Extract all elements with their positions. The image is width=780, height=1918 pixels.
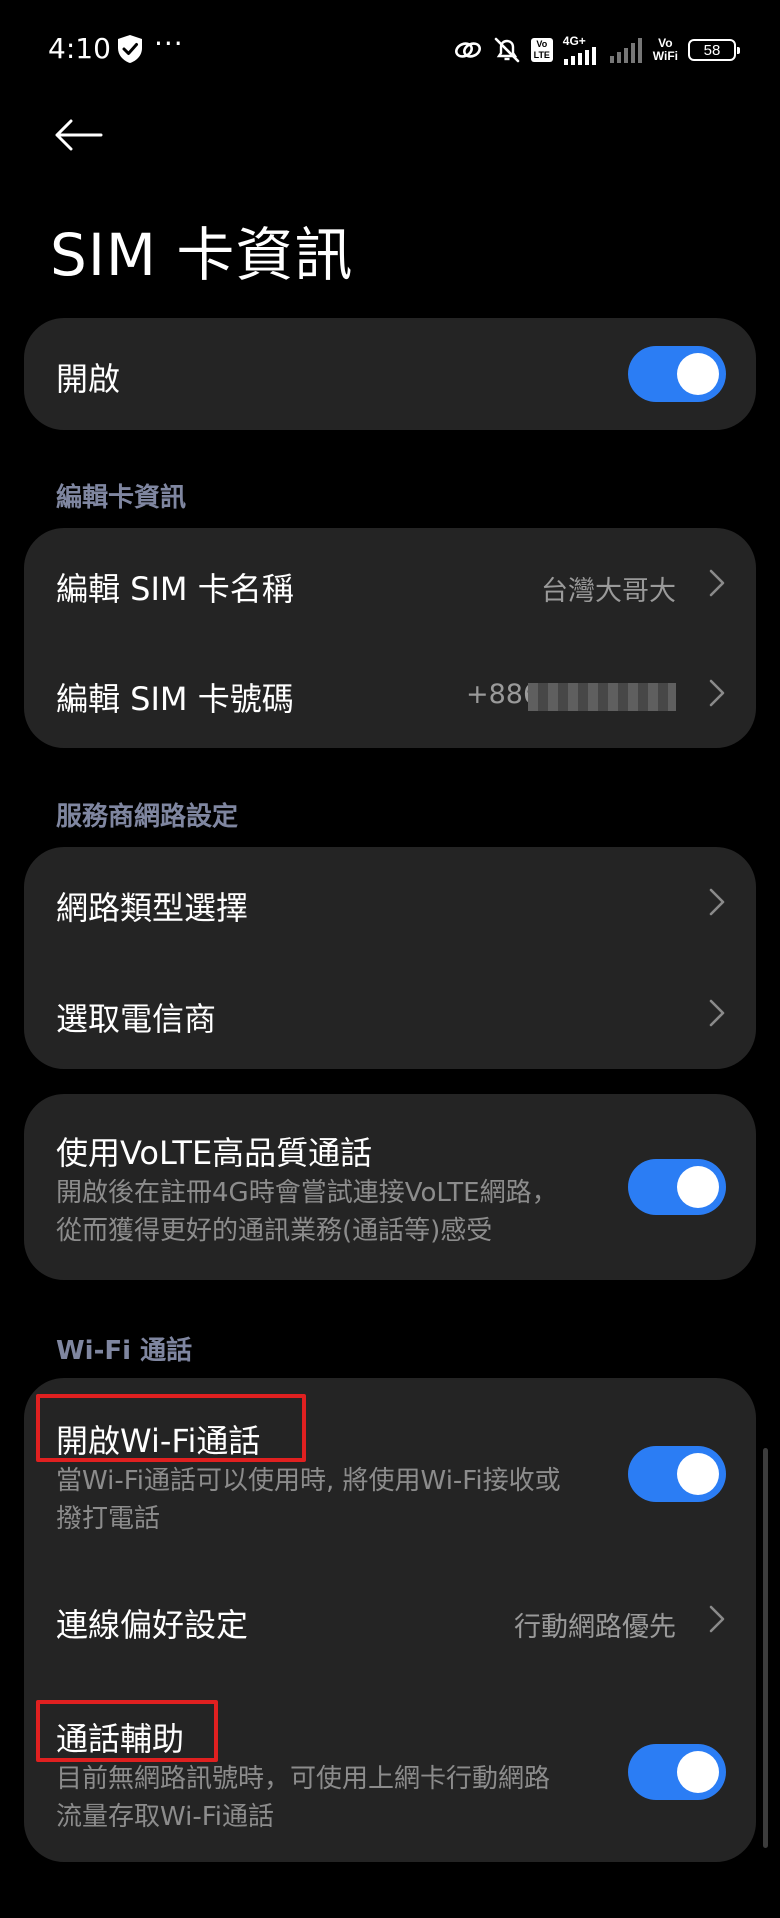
battery-icon: 58 — [688, 39, 740, 61]
sim-info-screen: 4:10 ··· Vo LTE 4G+ Vo WiFi 58 SIM 卡資訊 開… — [0, 0, 780, 1918]
edit-sim-name-row[interactable]: 編輯 SIM 卡名稱 台灣大哥大 — [24, 528, 756, 638]
vowifi-icon: Vo WiFi — [652, 36, 678, 63]
more-notifications-icon: ··· — [154, 27, 184, 60]
sim-name-value: 台灣大哥大 — [541, 576, 676, 607]
back-button[interactable] — [48, 110, 108, 160]
edit-sim-number-title: 編輯 SIM 卡號碼 — [56, 680, 294, 718]
section-label-carrier: 服務商網路設定 — [56, 802, 239, 832]
edit-card: 編輯 SIM 卡名稱 台灣大哥大 編輯 SIM 卡號碼 +886 — [24, 528, 756, 748]
call-assist-subtitle-line2: 流量存取Wi-Fi通話 — [56, 1802, 275, 1832]
arrow-left-icon — [55, 119, 103, 151]
toggle-knob — [677, 1453, 719, 1495]
page-title: SIM 卡資訊 — [50, 221, 354, 289]
select-operator-row[interactable]: 選取電信商 — [24, 958, 756, 1069]
section-label-edit: 編輯卡資訊 — [56, 483, 187, 513]
chevron-right-icon — [709, 679, 725, 707]
call-assist-subtitle-line1: 目前無網路訊號時，可使用上網卡行動網路 — [56, 1764, 551, 1794]
volte-card: 使用VoLTE高品質通話 開啟後在註冊4G時會嘗試連接VoLTE網路， 從而獲得… — [24, 1094, 756, 1280]
section-label-wifi: Wi-Fi 通話 — [56, 1336, 193, 1366]
wifi-calling-toggle[interactable] — [628, 1446, 726, 1502]
status-icons: Vo LTE 4G+ Vo WiFi 58 — [453, 34, 740, 66]
call-assist-toggle[interactable] — [628, 1744, 726, 1800]
chevron-right-icon — [709, 569, 725, 597]
highlight-box-call-assist — [36, 1700, 218, 1762]
toggle-knob — [677, 1166, 719, 1208]
volte-subtitle-line1: 開啟後在註冊4G時會嘗試連接VoLTE網路， — [56, 1178, 558, 1208]
shield-check-icon — [118, 35, 142, 63]
enable-toggle[interactable] — [628, 346, 726, 402]
volte-toggle[interactable] — [628, 1159, 726, 1215]
edit-sim-number-row[interactable]: 編輯 SIM 卡號碼 +886 — [24, 638, 756, 748]
enable-card: 開啟 — [24, 318, 756, 430]
chevron-right-icon — [709, 888, 725, 916]
chevron-right-icon — [709, 999, 725, 1027]
link-icon — [454, 42, 481, 58]
wifi-calling-subtitle-line1: 當Wi-Fi通話可以使用時, 將使用Wi-Fi接收或 — [56, 1466, 561, 1496]
wifi-calling-subtitle-line2: 撥打電話 — [56, 1504, 161, 1534]
toggle-knob — [677, 1751, 719, 1793]
select-operator-title: 選取電信商 — [56, 1000, 217, 1038]
status-bar: 4:10 ··· Vo LTE 4G+ Vo WiFi 58 — [0, 0, 780, 100]
chevron-right-icon — [709, 1605, 725, 1633]
network-type-title: 網路類型選擇 — [56, 889, 249, 927]
volte-title: 使用VoLTE高品質通話 — [56, 1134, 373, 1172]
connection-preference-row[interactable]: 連線偏好設定 行動網路優先 — [24, 1564, 756, 1674]
mute-bell-icon — [494, 37, 520, 63]
status-time: 4:10 — [48, 32, 111, 65]
cell-signal-2-icon — [609, 38, 642, 63]
battery-level: 58 — [703, 41, 721, 59]
volte-subtitle-line2: 從而獲得更好的通訊業務(通話等)感受 — [56, 1216, 493, 1246]
enable-label: 開啟 — [56, 360, 121, 398]
edit-sim-name-title: 編輯 SIM 卡名稱 — [56, 570, 294, 608]
highlight-box-wifi-calling — [36, 1394, 306, 1462]
network-type-row[interactable]: 網路類型選擇 — [24, 847, 756, 958]
connection-preference-title: 連線偏好設定 — [56, 1606, 249, 1644]
enable-row[interactable]: 開啟 — [24, 318, 756, 430]
cell-signal-group: 4G+ — [563, 35, 599, 65]
connection-preference-value: 行動網路優先 — [514, 1612, 676, 1643]
cell-signal-icon — [563, 47, 596, 65]
volte-row[interactable]: 使用VoLTE高品質通話 開啟後在註冊4G時會嘗試連接VoLTE網路， 從而獲得… — [24, 1094, 756, 1280]
scrollbar[interactable] — [763, 1448, 768, 1848]
toggle-knob — [677, 353, 719, 395]
network-type-label: 4G+ — [562, 34, 586, 48]
volte-badge-icon: Vo LTE — [530, 38, 553, 62]
masked-phone-number — [528, 683, 676, 711]
carrier-card: 網路類型選擇 選取電信商 — [24, 847, 756, 1069]
